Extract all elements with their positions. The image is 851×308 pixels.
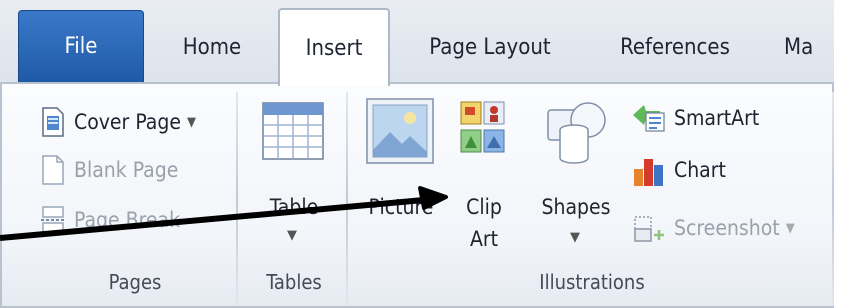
tab-mailings[interactable]: Ma <box>784 14 834 80</box>
clip-art-button[interactable]: Clip Art <box>448 96 520 276</box>
tab-home-label: Home <box>182 34 242 60</box>
screenshot-dropdown-icon: ▼ <box>785 220 795 236</box>
tab-mailings-label: Ma <box>784 34 814 60</box>
group-label-illustrations: Illustrations <box>539 270 645 294</box>
table-label: Table <box>269 195 319 219</box>
tab-file[interactable]: File <box>18 10 144 82</box>
picture-button[interactable]: Picture <box>356 96 446 258</box>
shapes-label: Shapes <box>541 195 611 219</box>
smartart-button[interactable]: SmartArt <box>632 98 759 138</box>
blank-page-icon <box>40 155 66 185</box>
cover-page-label: Cover Page <box>74 110 181 134</box>
screenshot-label: Screenshot <box>674 216 780 240</box>
tab-references-label: References <box>620 34 730 60</box>
group-separator <box>236 92 238 306</box>
group-label-pages: Pages <box>108 270 162 294</box>
tab-page-layout[interactable]: Page Layout <box>410 14 570 80</box>
cover-page-dropdown-icon: ▼ <box>186 114 196 130</box>
blank-page-label: Blank Page <box>74 158 179 182</box>
picture-icon <box>366 98 434 168</box>
shapes-dropdown-icon: ▼ <box>570 230 580 245</box>
clip-art-label-line1: Clip <box>466 195 502 219</box>
shapes-button[interactable]: Shapes ▼ <box>530 96 622 276</box>
tab-insert-label: Insert <box>305 35 363 61</box>
tab-references[interactable]: References <box>600 14 750 80</box>
screenshot-icon <box>632 213 666 243</box>
table-icon <box>262 102 324 164</box>
cover-page-button[interactable]: Cover Page ▼ <box>40 102 196 142</box>
page-break-label: Page Break <box>74 208 181 232</box>
chart-button[interactable]: Chart <box>632 150 726 190</box>
tab-page-layout-label: Page Layout <box>429 34 551 60</box>
page-break-button[interactable]: Page Break <box>40 200 180 240</box>
tab-insert[interactable]: Insert <box>278 8 390 86</box>
cover-page-icon <box>40 107 66 137</box>
tab-file-label: File <box>64 34 98 59</box>
chart-icon <box>632 155 666 186</box>
group-separator <box>346 92 348 306</box>
shapes-icon <box>546 100 608 170</box>
blank-page-button[interactable]: Blank Page <box>40 150 178 190</box>
smartart-label: SmartArt <box>674 106 760 130</box>
picture-label: Picture <box>368 195 434 219</box>
word-ribbon: File Home Insert Page Layout References … <box>0 0 834 308</box>
clip-art-icon <box>460 100 506 160</box>
page-break-icon <box>40 205 66 235</box>
tab-home[interactable]: Home <box>160 14 264 80</box>
table-dropdown-icon: ▼ <box>287 228 297 243</box>
group-label-tables: Tables <box>266 270 322 294</box>
screenshot-button[interactable]: Screenshot ▼ <box>632 208 795 248</box>
smartart-icon <box>632 103 666 133</box>
chart-label: Chart <box>674 158 726 182</box>
ribbon-tab-bar: File Home Insert Page Layout References … <box>0 0 834 86</box>
clip-art-label-line2: Art <box>469 227 499 251</box>
group-separator <box>832 92 834 306</box>
table-button[interactable]: Table ▼ <box>248 96 340 258</box>
